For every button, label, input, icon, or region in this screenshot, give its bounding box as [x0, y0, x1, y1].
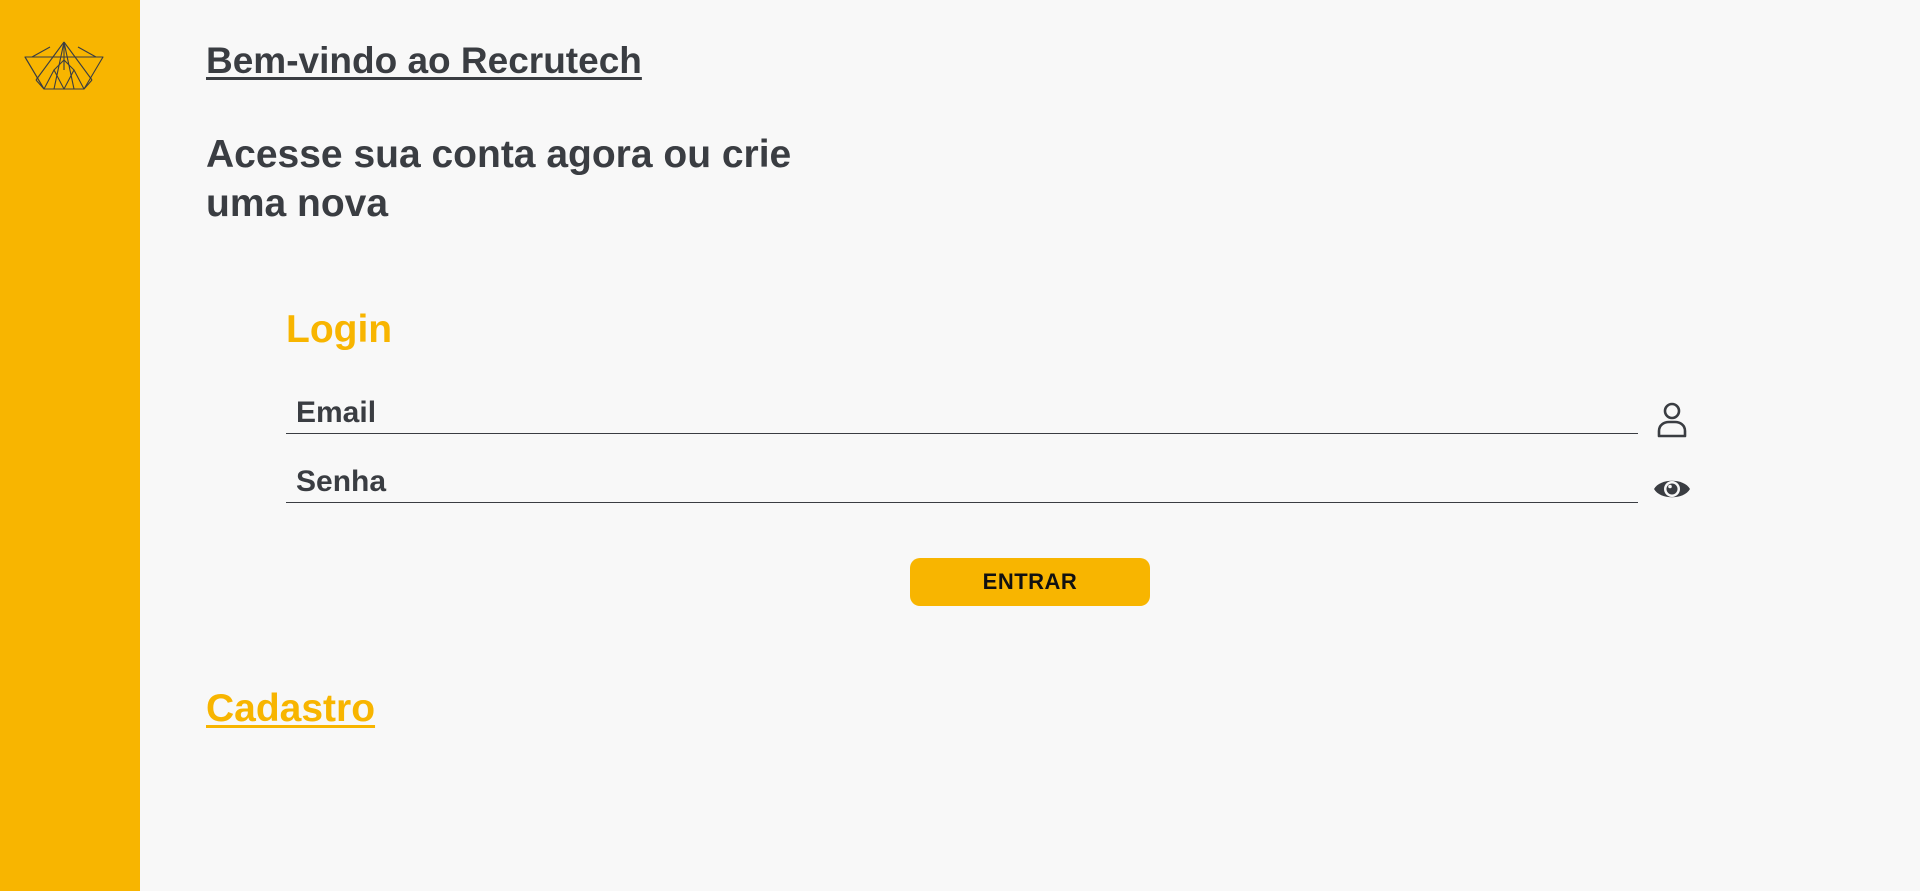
eye-icon[interactable]	[1652, 469, 1692, 509]
signup-link[interactable]: Cadastro	[206, 687, 375, 731]
email-field-container	[286, 393, 1638, 434]
paper-boat-logo-icon	[24, 41, 104, 90]
password-field[interactable]	[286, 462, 1638, 502]
main-content: Bem-vindo ao Recrutech Acesse sua conta …	[140, 0, 1920, 891]
login-heading: Login	[286, 308, 393, 351]
sidebar	[0, 0, 140, 891]
email-field[interactable]	[286, 393, 1638, 433]
password-field-container	[286, 462, 1638, 503]
page-title: Bem-vindo ao Recrutech	[206, 40, 642, 81]
login-submit-button[interactable]: ENTRAR	[910, 558, 1150, 606]
page-subtitle: Acesse sua conta agora ou crie uma nova	[206, 133, 792, 225]
user-icon	[1657, 402, 1687, 438]
